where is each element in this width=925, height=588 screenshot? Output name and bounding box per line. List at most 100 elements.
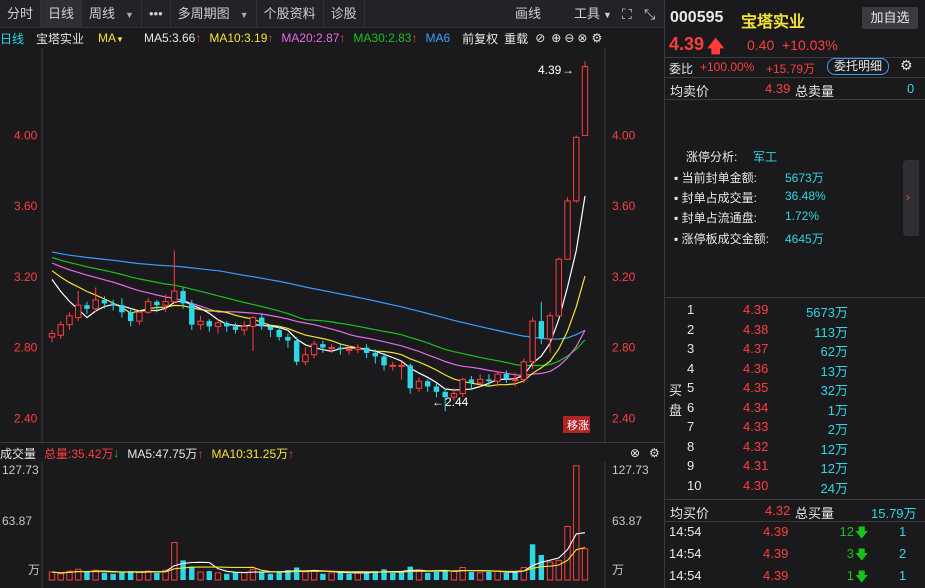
fullscreen-icon[interactable]: ⛶	[622, 0, 632, 28]
bid-price: 4.30	[743, 477, 769, 493]
settings-small-icon[interactable]: ⊘	[535, 31, 545, 45]
volume-bar	[302, 571, 309, 581]
candle	[171, 250, 178, 304]
bid-row[interactable]: 5 4.35 32万	[665, 379, 925, 399]
limit-analysis-tag[interactable]: 军工	[753, 148, 777, 165]
volume-bar	[249, 568, 257, 581]
bid-level: 4	[687, 360, 695, 376]
bid-row[interactable]: 10 4.30 24万	[665, 477, 925, 497]
stock-name-label: 宝塔实业	[36, 31, 85, 46]
volume-chart[interactable]: 127.73 63.87 万 127.73 63.87 万	[0, 462, 664, 588]
volume-bar	[171, 542, 178, 581]
more-periods-button[interactable]: •••	[142, 0, 171, 28]
bid-row[interactable]: 2 4.38 113万	[665, 321, 925, 341]
overlay-button[interactable]: 重载	[504, 30, 528, 47]
candle	[320, 340, 326, 353]
candle	[232, 322, 239, 334]
bid-price: 4.35	[743, 380, 769, 395]
bid-row[interactable]: 9 4.31 12万	[665, 457, 925, 477]
trade-volume: 1	[846, 568, 854, 583]
candle	[581, 61, 589, 137]
volume-tick-max-right: 127.73	[612, 463, 649, 477]
candle	[363, 344, 370, 359]
ma10-value: MA10:3.19	[209, 31, 268, 45]
volume-bar	[425, 572, 431, 580]
bid-row[interactable]: 6 4.34 1万	[665, 399, 925, 419]
tab-intraday[interactable]: 分时	[0, 0, 42, 28]
candle	[302, 347, 309, 366]
gear-icon[interactable]: ⚙	[591, 31, 602, 45]
price-chart[interactable]: 4.00 3.60 3.20 2.80 2.40 4.00 3.60 3.20 2.80 2.4…	[0, 48, 664, 443]
volume-ma5-line	[51, 532, 586, 574]
volume-bar	[546, 561, 554, 581]
tools-dropdown[interactable]: 工具 ▼	[574, 0, 612, 28]
candle	[75, 291, 82, 322]
ma5-line	[51, 195, 586, 391]
ma60-label: MA6	[425, 31, 451, 45]
close-icon[interactable]: ⊗	[630, 446, 640, 460]
close-icon[interactable]: ⊗	[577, 31, 587, 45]
volume-bars	[48, 465, 589, 581]
price-tick-label: 2.40	[14, 411, 38, 425]
bid-volume: 12万	[820, 441, 848, 457]
avg-buy-value: 4.32	[765, 503, 791, 518]
bid-level: 2	[687, 321, 695, 337]
volume-bar	[48, 571, 56, 581]
arrow-up-icon: ↑	[197, 446, 204, 461]
bid-price: 4.38	[743, 321, 769, 337]
ma30-value: MA30:2.83	[353, 31, 412, 45]
volume-bar	[476, 572, 484, 581]
zoom-out-icon[interactable]: ⊖	[564, 31, 574, 45]
volume-bar	[57, 573, 64, 581]
bid-row[interactable]: 4 4.36 13万	[665, 360, 925, 380]
arrow-up-icon: ↑	[288, 446, 295, 461]
arrow-up-icon: ↑	[411, 31, 418, 45]
tab-daily[interactable]: 日线	[41, 0, 83, 28]
total-buy-value: 15.79万	[871, 506, 917, 521]
minimize-icon[interactable]: ⤡	[644, 0, 655, 28]
volume-bar	[581, 548, 589, 581]
trade-volume: 3	[846, 546, 854, 561]
candle	[415, 377, 423, 392]
volume-bar	[494, 570, 501, 581]
volume-bar	[84, 571, 90, 580]
bid-book: 买 盘 1 4.39 5673万 2 4.38 113万 3 4.37 62万 4 4.36 13万 5…	[665, 300, 925, 500]
gear-icon[interactable]: ⚙	[649, 446, 660, 460]
multi-period-dropdown[interactable]: 多周期图 ▼	[171, 0, 257, 28]
diagnose-button[interactable]: 诊股	[324, 0, 365, 28]
candle	[354, 344, 362, 353]
volume-bar	[555, 559, 562, 581]
candle	[189, 299, 195, 330]
adjust-button[interactable]: 前复权	[462, 30, 498, 47]
add-watchlist-button[interactable]: 加自选	[862, 7, 918, 29]
bid-row[interactable]: 3 4.37 62万	[665, 340, 925, 360]
bid-price: 4.32	[743, 438, 769, 454]
tab-weekly-dropdown[interactable]: 周线 ▼	[82, 0, 142, 28]
limit-badge[interactable]: 移涨	[563, 416, 590, 433]
draw-line-button[interactable]: 画线	[515, 0, 541, 28]
bid-row[interactable]: 1 4.39 5673万	[665, 301, 925, 321]
panel-expand-tab[interactable]: ›	[903, 160, 919, 236]
price-tick-label: 3.20	[612, 270, 636, 284]
candle	[144, 298, 152, 315]
weicha-value: +15.79万	[766, 62, 816, 76]
gear-icon[interactable]: ⚙	[900, 57, 913, 74]
arrow-up-icon: ↑	[267, 31, 274, 45]
volume-tick-mid-right: 63.87	[612, 514, 642, 528]
total-buy-label: 总买量	[795, 506, 835, 521]
volume-ma-lines	[51, 532, 586, 574]
volume-bar	[293, 567, 300, 580]
price-tick-label: 2.80	[14, 341, 38, 355]
stock-profile-button[interactable]: 个股资料	[257, 0, 324, 28]
limit-row-label-text: 封单占流通盘:	[681, 211, 757, 225]
bid-row[interactable]: 8 4.32 12万	[665, 438, 925, 458]
volume-bar	[433, 571, 440, 580]
ma10-label: MA10:3.19↑	[209, 31, 273, 45]
tab-weekly-label: 周线	[89, 5, 116, 21]
order-detail-button[interactable]: 委托明细	[827, 58, 890, 75]
volume-bar	[110, 573, 116, 580]
zoom-in-icon[interactable]: ⊕	[551, 31, 561, 45]
ma-selector[interactable]: MA▼	[98, 31, 124, 45]
stock-name: 宝塔实业	[741, 14, 806, 31]
bid-row[interactable]: 7 4.33 2万	[665, 418, 925, 438]
